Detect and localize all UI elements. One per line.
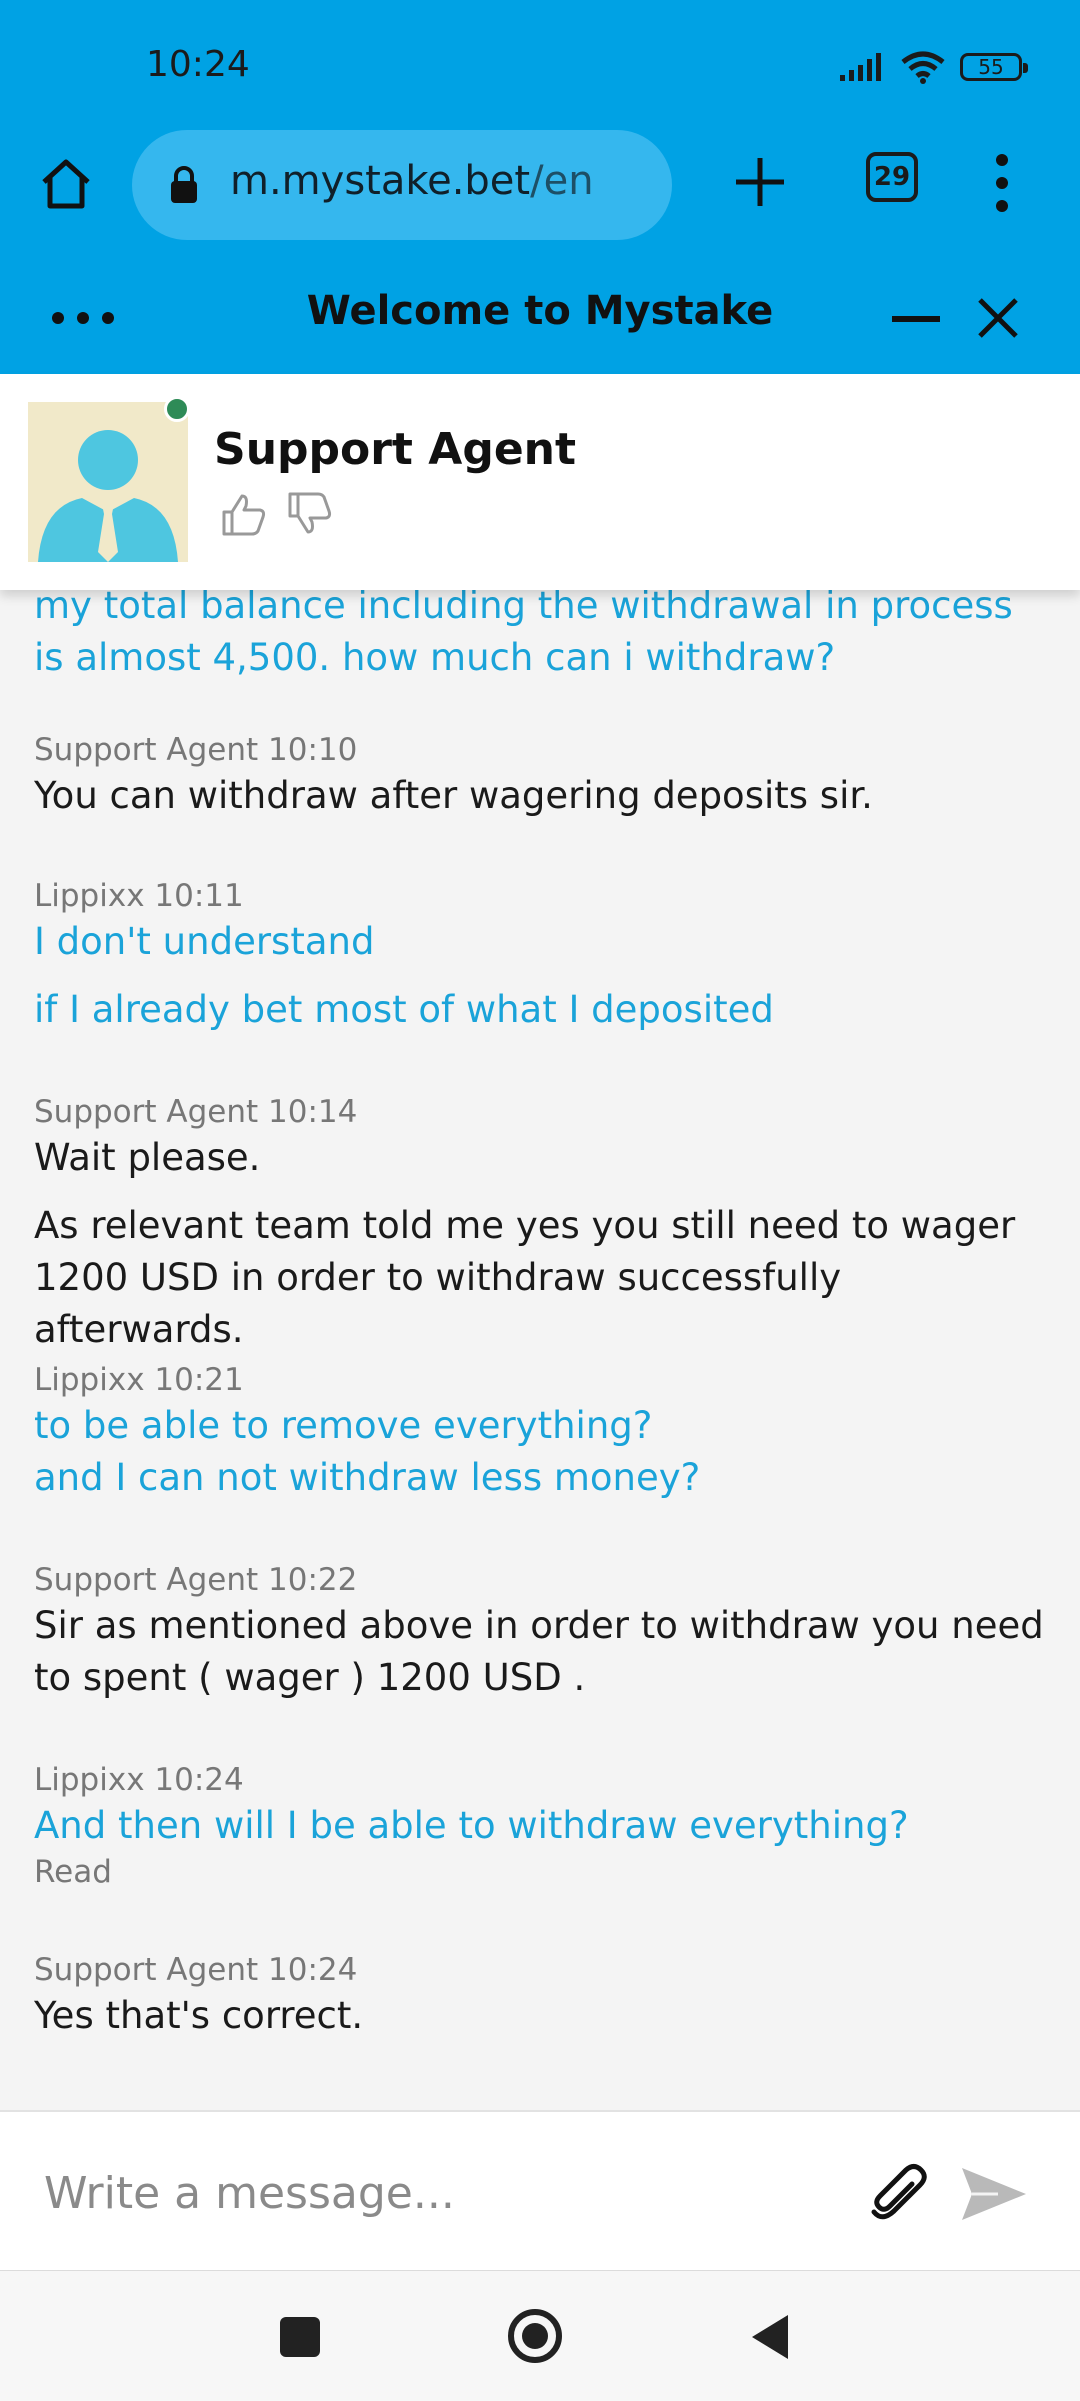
message-list[interactable]: my total balance including the withdrawa… xyxy=(0,540,1080,2110)
message-group-user: Lippixx 10:11 I don't understand if I al… xyxy=(34,876,1054,1036)
message-input[interactable] xyxy=(42,2152,826,2234)
tab-count: 29 xyxy=(873,162,911,192)
home-circle-icon[interactable] xyxy=(506,2307,564,2365)
message-time: 10:21 xyxy=(154,1362,244,1398)
message-sender: Support Agent xyxy=(34,1094,259,1130)
chat-title: Welcome to Mystake xyxy=(306,288,774,334)
message-time: 10:22 xyxy=(268,1562,358,1598)
message-group-agent: Support Agent 10:24 Yes that's correct. xyxy=(34,1950,1054,2042)
thumbs-up-icon[interactable] xyxy=(220,490,268,538)
status-icons: 55 xyxy=(838,50,1028,84)
agent-card: Support Agent xyxy=(0,374,1080,590)
system-nav-bar xyxy=(0,2270,1080,2401)
message-sender: Lippixx xyxy=(34,1762,145,1798)
message-sender: Lippixx xyxy=(34,1362,145,1398)
message-sender: Support Agent xyxy=(34,1952,259,1988)
message-group-user: Lippixx 10:24 And then will I be able to… xyxy=(34,1760,1054,1892)
tabs-button[interactable]: 29 xyxy=(866,152,918,202)
message-meta: Support Agent 10:10 xyxy=(34,730,1054,770)
avatar-icon xyxy=(28,402,188,562)
avatar xyxy=(28,402,188,562)
message-text: my total balance including the withdrawa… xyxy=(34,584,1013,679)
wifi-icon xyxy=(901,51,945,84)
message-text: As relevant team told me yes you still n… xyxy=(34,1204,1016,1351)
message-group-agent: Support Agent 10:14 Wait please. As rele… xyxy=(34,1092,1054,1356)
message-time: 10:10 xyxy=(268,732,358,768)
message-time: 10:11 xyxy=(154,878,244,914)
message-text: to be able to remove everything? and I c… xyxy=(34,1404,701,1499)
battery-icon: 55 xyxy=(960,53,1028,81)
message-text: Wait please. xyxy=(34,1136,261,1179)
home-icon xyxy=(42,159,90,209)
message-text: And then will I be able to withdraw ever… xyxy=(34,1804,909,1847)
message-meta: Support Agent 10:24 xyxy=(34,1950,1054,1990)
agent-name: Support Agent xyxy=(214,424,577,475)
message-time: 10:24 xyxy=(154,1762,244,1798)
online-status-dot xyxy=(164,396,190,422)
message-text: if I already bet most of what I deposite… xyxy=(34,988,774,1031)
message-sender: Support Agent xyxy=(34,1562,259,1598)
send-icon[interactable] xyxy=(958,2162,1030,2226)
minimize-button[interactable] xyxy=(892,316,940,322)
message-group-user: my total balance including the withdrawa… xyxy=(34,580,1054,684)
message-meta: Lippixx 10:21 xyxy=(34,1360,1054,1400)
status-time: 10:24 xyxy=(146,44,250,85)
url-domain: m.mystake.bet xyxy=(230,158,531,204)
browser-toolbar: m.mystake.bet/en 29 xyxy=(0,130,1080,260)
lock-icon xyxy=(171,166,197,203)
recents-icon[interactable] xyxy=(280,2317,320,2357)
message-group-agent: Support Agent 10:10 You can withdraw aft… xyxy=(34,730,1054,822)
message-text: Yes that's correct. xyxy=(34,1994,364,2037)
browser-menu-button[interactable] xyxy=(990,150,1014,216)
message-composer xyxy=(0,2110,1080,2272)
message-time: 10:14 xyxy=(268,1094,358,1130)
home-button[interactable] xyxy=(34,152,98,216)
message-time: 10:24 xyxy=(268,1952,358,1988)
battery-level: 55 xyxy=(978,55,1004,79)
status-bar: 10:24 55 xyxy=(0,0,1080,130)
back-icon[interactable] xyxy=(748,2313,792,2361)
thumbs-down-icon[interactable] xyxy=(286,490,334,538)
close-button[interactable] xyxy=(976,296,1020,340)
message-meta: Lippixx 10:24 xyxy=(34,1760,1054,1800)
message-meta: Support Agent 10:14 xyxy=(34,1092,1054,1132)
message-text: I don't understand xyxy=(34,920,375,963)
message-sender: Lippixx xyxy=(34,878,145,914)
message-text: You can withdraw after wagering deposits… xyxy=(34,774,873,817)
message-group-agent: Support Agent 10:22 Sir as mentioned abo… xyxy=(34,1560,1054,1704)
read-receipt: Read xyxy=(34,1854,112,1890)
url-bar[interactable]: m.mystake.bet/en xyxy=(132,130,672,240)
chat-header: Welcome to Mystake xyxy=(0,260,1080,374)
message-sender: Support Agent xyxy=(34,732,259,768)
message-group-user: Lippixx 10:21 to be able to remove every… xyxy=(34,1360,1054,1504)
message-meta: Lippixx 10:11 xyxy=(34,876,1054,916)
new-tab-button[interactable] xyxy=(732,152,788,212)
message-text: Sir as mentioned above in order to withd… xyxy=(34,1604,1044,1699)
message-meta: Support Agent 10:22 xyxy=(34,1560,1054,1600)
url-path: /en xyxy=(530,158,594,204)
url-text: m.mystake.bet/en xyxy=(230,158,594,204)
attach-icon[interactable] xyxy=(868,2162,932,2226)
signal-icon xyxy=(840,53,881,81)
